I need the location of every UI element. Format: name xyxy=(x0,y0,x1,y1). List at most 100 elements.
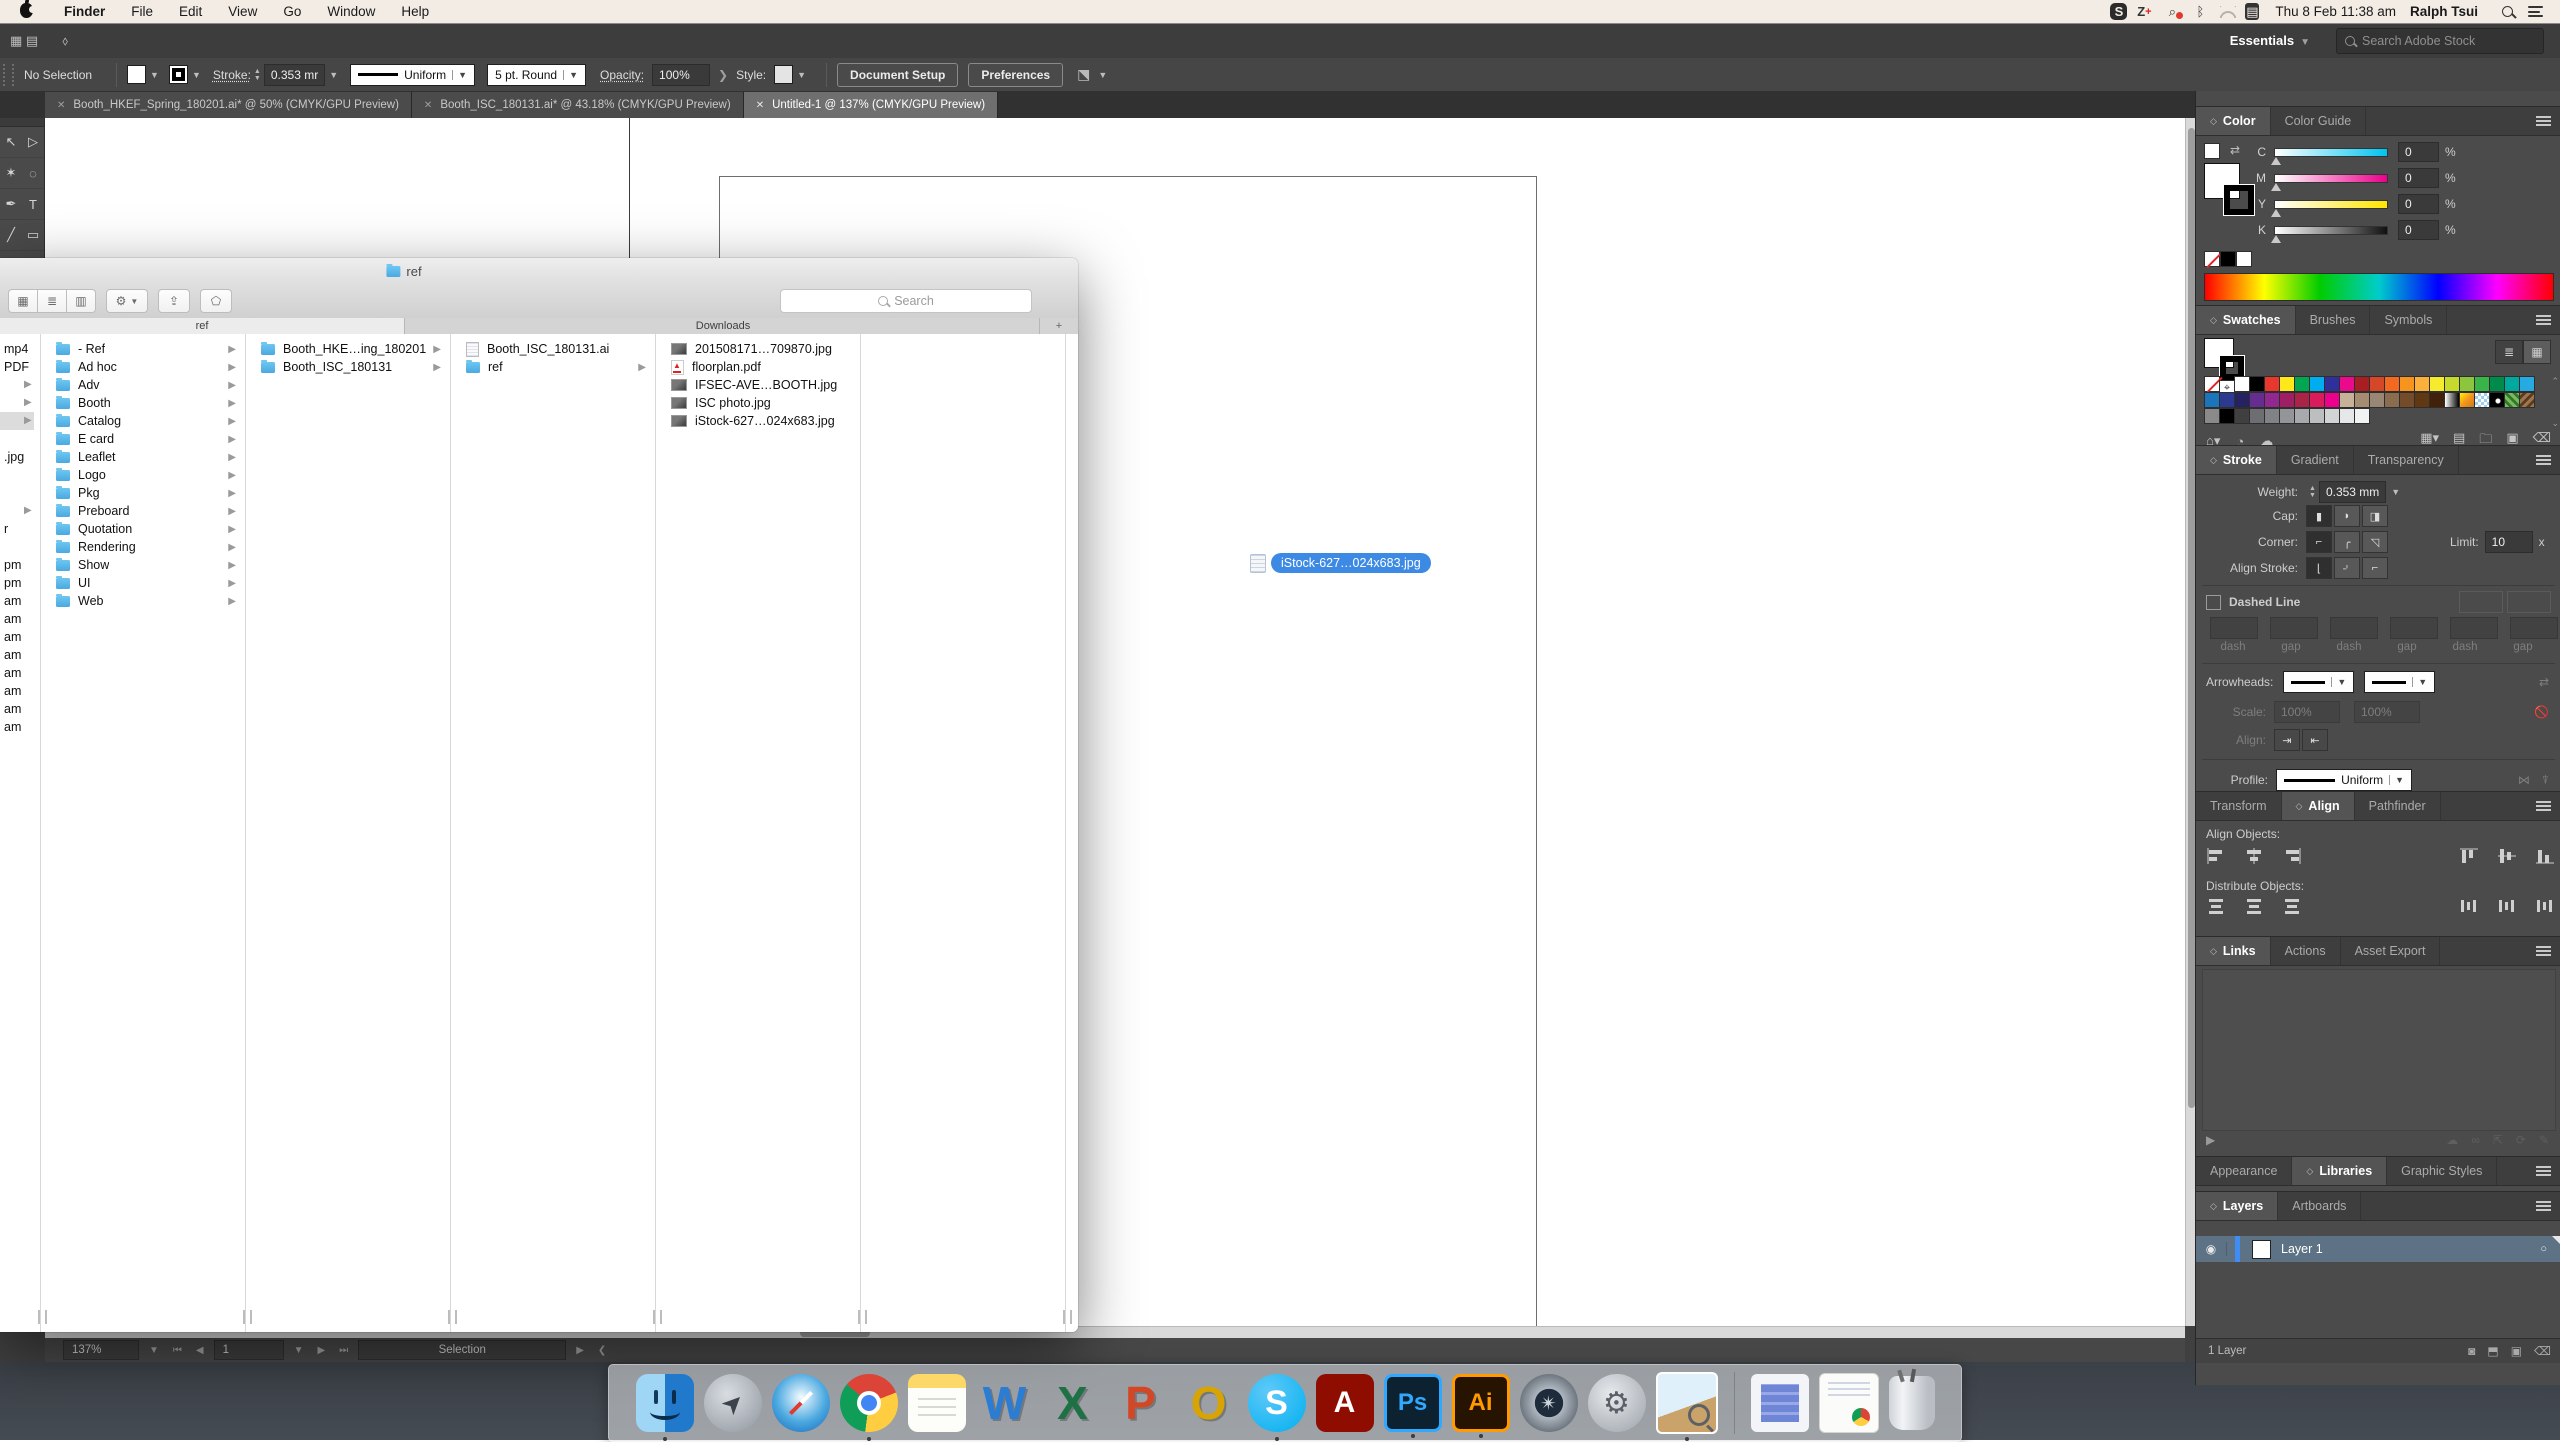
distribute-horizontal-1-button[interactable] xyxy=(2459,897,2479,918)
finder-item[interactable]: Booth_ISC_180131.ai xyxy=(452,340,654,358)
list-view-button[interactable]: ≣ xyxy=(2495,340,2523,364)
slider-track[interactable] xyxy=(2274,200,2388,209)
dock-powerpoint[interactable]: P xyxy=(1112,1374,1170,1432)
finder-item[interactable]: Adv▶ xyxy=(42,376,244,394)
finder-item[interactable]: UI▶ xyxy=(42,574,244,592)
swatch-chip[interactable] xyxy=(2204,392,2220,408)
sliver-item[interactable]: pm xyxy=(4,556,34,574)
make-mask-icon[interactable]: ◙ xyxy=(2468,1344,2475,1358)
swatches-tab-brushes[interactable]: Brushes xyxy=(2296,306,2371,334)
dock-launchpad[interactable]: ➤ xyxy=(704,1374,762,1432)
spotlight-icon[interactable] xyxy=(2496,3,2518,20)
artboard-dropdown-caret[interactable]: ▼ xyxy=(290,1345,308,1356)
swatches-tab-swatches[interactable]: ◇Swatches xyxy=(2196,306,2296,334)
swatch-chip[interactable] xyxy=(2504,376,2520,392)
distribute-vertical-2-button[interactable] xyxy=(2244,897,2264,918)
links-panel-menu-icon[interactable] xyxy=(2536,944,2560,958)
swatch-chip[interactable] xyxy=(2459,376,2475,392)
swatch-chip[interactable] xyxy=(2399,392,2415,408)
swatch-chip[interactable] xyxy=(2264,392,2280,408)
layer-target-icon[interactable]: ○ xyxy=(2540,1243,2547,1255)
stroke-weight-stepper[interactable]: ▲▼ xyxy=(254,68,261,82)
align-stroke-outside-button[interactable]: ⌐ xyxy=(2362,557,2388,579)
swatch-chip[interactable] xyxy=(2384,376,2400,392)
finder-item[interactable]: Booth_ISC_180131▶ xyxy=(247,358,449,376)
zoom-level-field[interactable]: 137% xyxy=(63,1340,139,1360)
sliver-item[interactable]: pm xyxy=(4,574,34,592)
next-artboard-button[interactable]: ▶ xyxy=(314,1345,330,1356)
align-tab-transform[interactable]: Transform xyxy=(2196,792,2282,820)
sliver-item[interactable]: r xyxy=(4,520,34,538)
finder-item[interactable]: floorplan.pdf xyxy=(657,358,859,376)
finder-item[interactable]: Leaflet▶ xyxy=(42,448,244,466)
new-tab-button[interactable]: + xyxy=(1039,318,1078,334)
prev-artboard-button[interactable]: ◀ xyxy=(192,1345,208,1356)
rectangle-tool[interactable]: ▭ xyxy=(22,220,44,251)
swap-fill-stroke-icon[interactable]: ⇄ xyxy=(2230,143,2240,157)
preferences-button[interactable]: Preferences xyxy=(968,63,1063,87)
finder-item[interactable]: Quotation▶ xyxy=(42,520,244,538)
swatch-chip[interactable] xyxy=(2279,392,2295,408)
share-button[interactable]: ⇪ xyxy=(158,289,190,313)
document-tab-1[interactable]: ✕Booth_HKEF_Spring_180201.ai* @ 50% (CMY… xyxy=(45,92,412,118)
bluetooth-status-icon[interactable]: ᛒ xyxy=(2189,3,2211,20)
swatch-chip[interactable] xyxy=(2309,392,2325,408)
distribute-vertical-1-button[interactable] xyxy=(2206,897,2226,918)
round-join-button[interactable]: ╭ xyxy=(2334,531,2360,553)
color-panel-menu-icon[interactable] xyxy=(2536,114,2560,128)
slider-value-field[interactable]: 0 xyxy=(2398,168,2439,188)
align-stroke-center-button[interactable]: ⌊ xyxy=(2306,557,2332,579)
align-panel-menu-icon[interactable] xyxy=(2536,799,2560,813)
finder-item[interactable]: ref▶ xyxy=(452,358,654,376)
white-chip[interactable] xyxy=(2236,251,2252,267)
align-horizontal-3-button[interactable] xyxy=(2282,847,2302,868)
align-tab-pathfinder[interactable]: Pathfinder xyxy=(2355,792,2441,820)
swatches-panel-menu-icon[interactable] xyxy=(2536,313,2560,327)
tags-button[interactable]: ⬠ xyxy=(200,289,232,313)
pen-tool[interactable]: ✒ xyxy=(0,189,22,220)
slider-handle[interactable] xyxy=(2271,235,2281,243)
dashed-line-checkbox[interactable] xyxy=(2206,595,2221,610)
dock-acrobat[interactable]: A xyxy=(1316,1374,1374,1432)
swatch-chip[interactable] xyxy=(2219,408,2235,424)
menu-item-go[interactable]: Go xyxy=(270,4,314,19)
none-color-chip[interactable] xyxy=(2204,251,2220,267)
swap-arrowheads-icon[interactable]: ⇄ xyxy=(2539,675,2549,689)
finder-item[interactable]: - Ref▶ xyxy=(42,340,244,358)
finder-title-bar[interactable]: ref xyxy=(0,258,1078,284)
dock-outlook[interactable]: O xyxy=(1180,1374,1238,1432)
layer-visibility-icon[interactable]: ◉ xyxy=(2196,1242,2227,1256)
links-tab-links[interactable]: ◇Links xyxy=(2196,937,2271,965)
swatch-chip[interactable] xyxy=(2369,376,2385,392)
projecting-cap-button[interactable]: ◨ xyxy=(2362,505,2388,527)
swatch-chip[interactable] xyxy=(2339,408,2355,424)
libraries-tab-appearance[interactable]: Appearance xyxy=(2196,1157,2292,1185)
finder-item[interactable]: Show▶ xyxy=(42,556,244,574)
isolate-mode-icon[interactable]: ⬔ xyxy=(1077,66,1090,83)
sliver-item[interactable]: am xyxy=(4,610,34,628)
links-tab-actions[interactable]: Actions xyxy=(2271,937,2341,965)
swatch-chip[interactable] xyxy=(2234,408,2250,424)
finder-item[interactable]: ISC photo.jpg xyxy=(657,394,859,412)
color-tab-color-guide[interactable]: Color Guide xyxy=(2271,107,2367,135)
sliver-item[interactable]: mp4 xyxy=(4,340,34,358)
slider-handle[interactable] xyxy=(2271,183,2281,191)
new-layer-icon[interactable]: ▣ xyxy=(2511,1344,2522,1358)
gpu-performance-icon[interactable]: ⬨ xyxy=(62,33,68,49)
swatch-chip[interactable] xyxy=(2339,392,2355,408)
opacity-link[interactable]: Opacity: xyxy=(600,68,644,82)
artboard-number-field[interactable]: 1 xyxy=(214,1340,284,1360)
column-view-button[interactable]: ▥ xyxy=(67,289,96,313)
distribute-horizontal-3-button[interactable] xyxy=(2535,897,2555,918)
sliver-item[interactable]: am xyxy=(4,664,34,682)
dock-preview[interactable] xyxy=(1656,1372,1718,1434)
libraries-panel-menu-icon[interactable] xyxy=(2536,1164,2560,1178)
swatch-chip[interactable] xyxy=(2309,376,2325,392)
opacity-field[interactable]: 100% xyxy=(652,64,710,86)
stroke-tab-transparency[interactable]: Transparency xyxy=(2354,446,2459,474)
swatch-chip[interactable] xyxy=(2219,392,2235,408)
document-setup-button[interactable]: Document Setup xyxy=(837,63,958,87)
sliver-item[interactable]: .jpg xyxy=(4,448,34,466)
stroke-panel-menu-icon[interactable] xyxy=(2536,453,2560,467)
arrowhead-start-dropdown[interactable]: ▼ xyxy=(2283,671,2354,693)
